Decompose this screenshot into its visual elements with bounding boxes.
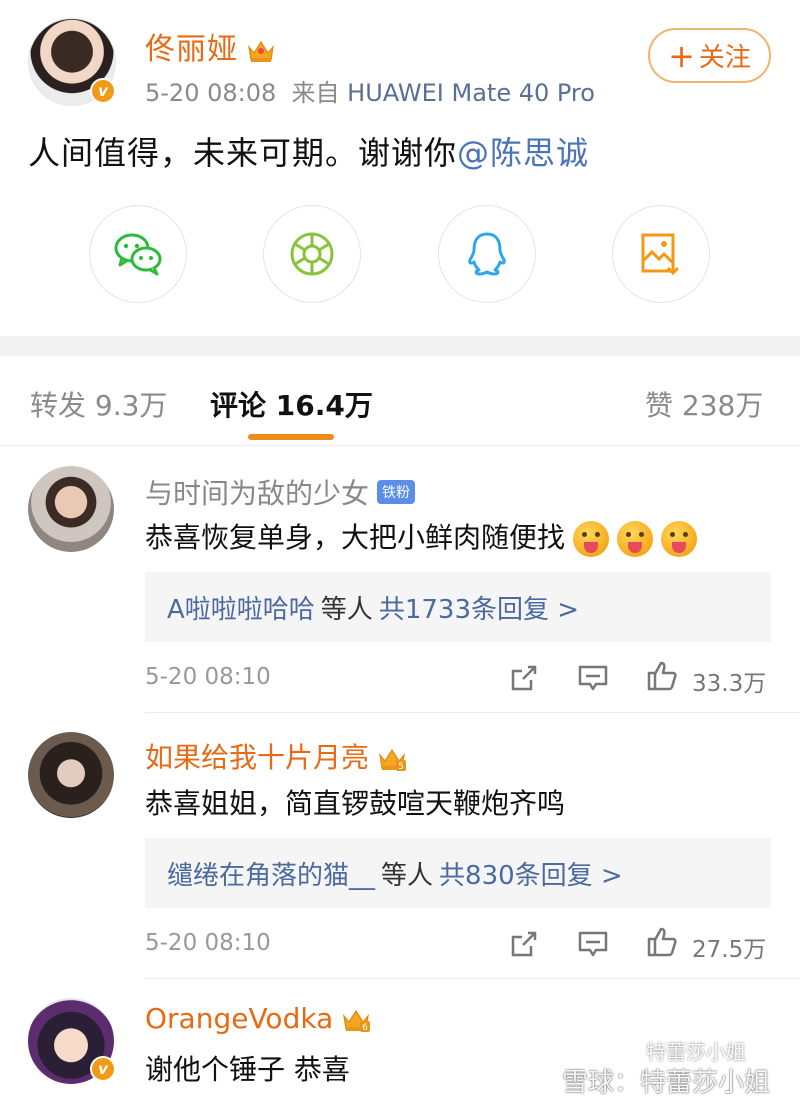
- post-text: 人间值得，未来可期。谢谢你@陈思诚: [28, 128, 589, 174]
- reply-etc: 等人: [320, 594, 373, 625]
- watermark-line-1: 特蕾莎小姐: [646, 1040, 746, 1064]
- comment-divider: [145, 978, 800, 979]
- share-icon[interactable]: [508, 928, 540, 960]
- comment-text: 谢他个锤子 恭喜: [145, 1053, 350, 1086]
- commenter-avatar[interactable]: [28, 466, 114, 552]
- replies-summary[interactable]: 缱绻在角落的猫__ 等人 共830条回复 >: [145, 838, 771, 908]
- fan-badge: 铁粉: [377, 480, 416, 504]
- interaction-tabs: 转发 9.3万 评论 16.4万 赞 238万: [0, 356, 800, 446]
- post-device[interactable]: HUAWEI Mate 40 Pro: [347, 79, 595, 107]
- post-time: 5-20 08:08: [145, 79, 277, 107]
- like-icon[interactable]: [646, 926, 678, 958]
- comment-text: 恭喜姐姐，简直锣鼓喧天鞭炮齐鸣: [145, 787, 566, 820]
- comment-text: 恭喜恢复单身，大把小鲜肉随便找: [145, 516, 698, 557]
- share-qq-button[interactable]: [438, 205, 536, 303]
- tongue-emoji-icon: [573, 521, 610, 557]
- moments-icon: [290, 232, 334, 276]
- verified-badge-icon: v: [90, 78, 116, 104]
- watermark-line-2: 雪球：特蕾莎小姐: [562, 1068, 771, 1098]
- post-meta: 5-20 08:08 来自 HUAWEI Mate 40 Pro: [145, 73, 595, 108]
- mention-link[interactable]: @陈思诚: [457, 134, 589, 172]
- tab-likes[interactable]: 赞 238万: [645, 384, 763, 424]
- tab-comments[interactable]: 评论 16.4万: [210, 384, 373, 424]
- commenter-name-text[interactable]: 如果给我十片月亮: [145, 741, 369, 774]
- share-save-image-button[interactable]: [612, 205, 710, 303]
- post-header: v 佟丽娅 5-20 08:08 来自 HUAWEI Mate 40 Pro +…: [0, 0, 800, 340]
- author-name[interactable]: 佟丽娅: [145, 24, 276, 68]
- author-name-text[interactable]: 佟丽娅: [145, 32, 238, 67]
- commenter-name-text[interactable]: 与时间为敌的少女: [145, 477, 369, 510]
- tongue-emoji-icon: [617, 521, 654, 557]
- plus-icon: +: [668, 36, 695, 75]
- like-count: 27.5万: [692, 937, 767, 963]
- share-icon[interactable]: [508, 662, 540, 694]
- like-icon[interactable]: [646, 660, 678, 692]
- svg-text:6: 6: [362, 1023, 368, 1033]
- reply-count: 共830条回复 >: [439, 860, 623, 891]
- verified-badge-icon: v: [90, 1056, 116, 1082]
- tongue-emoji-icon: [661, 521, 698, 557]
- share-wechat-button[interactable]: [89, 205, 187, 303]
- wechat-icon: [114, 233, 162, 276]
- commenter-name[interactable]: OrangeVodka 6: [145, 1002, 371, 1035]
- comment-time: 5-20 08:10: [145, 930, 271, 956]
- crown-level-icon: 5: [379, 748, 407, 772]
- share-moments-button[interactable]: [263, 205, 361, 303]
- reply-user: 缱绻在角落的猫__: [167, 860, 376, 891]
- follow-label: 关注: [698, 43, 751, 73]
- crown-icon: [248, 40, 274, 62]
- like-count: 33.3万: [692, 671, 767, 697]
- commenter-name[interactable]: 与时间为敌的少女 铁粉: [145, 472, 416, 512]
- svg-text:5: 5: [398, 762, 404, 772]
- section-separator: [0, 336, 800, 356]
- active-tab-indicator: [248, 434, 334, 440]
- post-body: 人间值得，未来可期。谢谢你: [28, 134, 458, 172]
- commenter-name[interactable]: 如果给我十片月亮 5: [145, 736, 407, 776]
- reply-user: A啦啦啦哈哈: [167, 594, 315, 625]
- reply-etc: 等人: [381, 860, 434, 891]
- comment-body: 恭喜恢复单身，大把小鲜肉随便找: [145, 521, 566, 554]
- post-source-prefix: 来自: [291, 79, 340, 107]
- commenter-avatar[interactable]: [28, 732, 114, 818]
- comment-time: 5-20 08:10: [145, 664, 271, 690]
- commenter-name-text[interactable]: OrangeVodka: [145, 1002, 333, 1035]
- crown-level-icon: 6: [343, 1009, 371, 1033]
- reply-count: 共1733条回复 >: [378, 594, 580, 625]
- replies-summary[interactable]: A啦啦啦哈哈 等人 共1733条回复 >: [145, 572, 771, 642]
- qq-icon: [468, 232, 506, 276]
- save-image-icon: [641, 233, 680, 276]
- comment-divider: [145, 712, 800, 713]
- comment-icon[interactable]: [577, 928, 609, 960]
- follow-button[interactable]: + 关注: [648, 28, 771, 83]
- tab-repost[interactable]: 转发 9.3万: [30, 384, 167, 424]
- comment-icon[interactable]: [577, 662, 609, 694]
